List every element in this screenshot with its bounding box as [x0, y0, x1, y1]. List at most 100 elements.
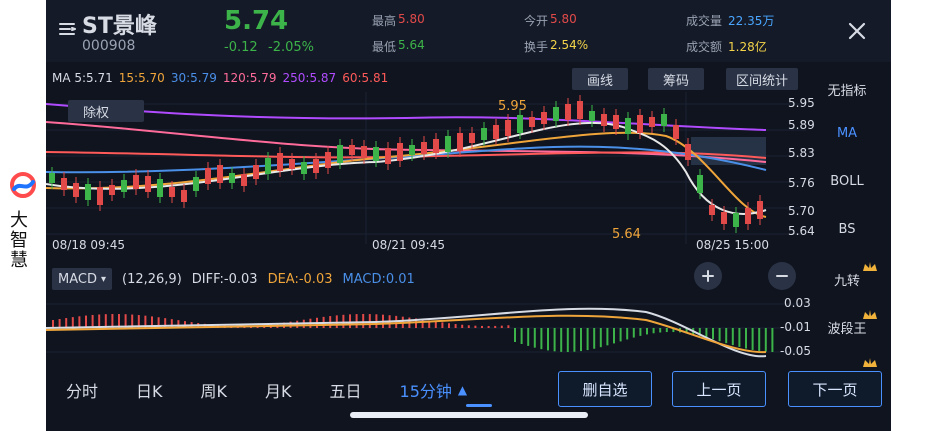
- ma-item: 60:5.81: [342, 71, 389, 85]
- macd-bar: [58, 319, 61, 328]
- ma-items: MA 5:5.71 15:5.70 30:5.79 120:5.79 250:5…: [52, 71, 388, 85]
- macd-chart[interactable]: 0.03 -0.01 -0.05: [45, 294, 811, 364]
- macd-bar: [98, 314, 101, 328]
- macd-header: MACD ▾ (12,26,9) DIFF:-0.03 DEA:-0.03 MA…: [52, 268, 415, 290]
- macd-bar: [593, 328, 596, 349]
- active-tab-indicator: [466, 404, 492, 407]
- turnover-value: 2.54%: [550, 38, 589, 52]
- open-value: 5.80: [550, 12, 577, 26]
- right-white-strip: [891, 0, 935, 431]
- low-value: 5.64: [398, 38, 425, 52]
- indicator-menu: 无指标 MA BOLL BS 九转 波段王: [806, 68, 891, 368]
- tab-timeshare[interactable]: 分时: [66, 378, 98, 402]
- tab-day-k[interactable]: 日K: [136, 378, 163, 402]
- previous-page-button[interactable]: 上一页: [672, 371, 766, 407]
- logo-icon: [8, 170, 38, 200]
- macd-bar: [599, 328, 602, 348]
- macd-bar: [751, 328, 754, 350]
- macd-bar: [659, 328, 662, 333]
- high-marker-label: 5.95: [498, 99, 527, 114]
- macd-bar: [91, 314, 94, 328]
- macd-selector[interactable]: MACD ▾: [52, 268, 112, 290]
- macd-bar: [421, 319, 424, 328]
- adjust-toggle[interactable]: 除权: [68, 100, 144, 122]
- next-page-button[interactable]: 下一页: [788, 371, 882, 407]
- macd-bar: [566, 328, 569, 352]
- menu-icon[interactable]: [58, 20, 76, 38]
- macd-bar: [580, 328, 582, 352]
- macd-bar: [606, 328, 609, 346]
- macd-svg: [45, 294, 806, 364]
- macd-bar: [547, 328, 549, 351]
- stock-name: ST景峰: [82, 14, 157, 39]
- ma-item: MA 5:5.71: [52, 71, 113, 85]
- zoom-in-button[interactable]: [694, 262, 722, 290]
- tab-five-day[interactable]: 五日: [330, 378, 362, 402]
- macd-bar: [652, 328, 655, 334]
- indicator-none[interactable]: 无指标: [806, 80, 888, 99]
- macd-bar: [586, 328, 589, 351]
- macd-bar: [335, 315, 338, 328]
- period-tabs: 分时 日K 周K 月K 五日 15分钟 ▲: [66, 378, 467, 402]
- macd-bar: [52, 320, 54, 328]
- kline-chart[interactable]: 5.95 5.64 除权 5.95 5.89 5.83 5.76 5.70 5.…: [45, 92, 815, 252]
- volume-label: 成交量: [686, 14, 723, 28]
- macd-bar: [738, 328, 741, 347]
- open-label: 今开: [524, 14, 549, 28]
- macd-bar: [494, 325, 497, 328]
- macd-bar: [560, 328, 563, 352]
- tab-15min[interactable]: 15分钟 ▲: [400, 378, 468, 402]
- macd-bar: [368, 314, 371, 328]
- low-label: 最低: [372, 40, 397, 54]
- macd-bar: [533, 328, 536, 348]
- macd-bar: [731, 328, 734, 346]
- chevron-up-icon: ▲: [457, 383, 468, 397]
- high-value: 5.80: [398, 12, 425, 26]
- macd-bar: [639, 328, 642, 336]
- tool-chips-button[interactable]: 筹码: [648, 68, 704, 90]
- macd-bar: [448, 323, 450, 328]
- volume-value: 22.35万: [728, 14, 775, 28]
- macd-bar: [342, 314, 345, 328]
- macd-selector-label: MACD: [58, 271, 97, 287]
- left-brand-strip: 大 智 慧: [0, 0, 46, 431]
- crown-icon: [862, 306, 878, 319]
- zoom-out-button[interactable]: [768, 262, 796, 290]
- macd-bar: [441, 322, 444, 328]
- macd-bar: [527, 328, 530, 346]
- macd-bar: [725, 328, 728, 344]
- close-icon[interactable]: [846, 20, 868, 42]
- kline-svg: 5.95 5.64: [45, 92, 806, 244]
- macd-bar: [619, 328, 622, 342]
- macd-bar: [665, 328, 668, 333]
- macd-macd: MACD:0.01: [342, 271, 415, 287]
- macd-bar: [632, 328, 635, 338]
- macd-bar: [626, 328, 629, 340]
- macd-bar: [705, 328, 708, 338]
- stock-code: 000908: [82, 38, 136, 54]
- remove-favorite-button[interactable]: 删自选: [558, 371, 652, 407]
- macd-bar: [520, 328, 523, 344]
- macd-bar: [474, 325, 477, 328]
- macd-bar: [487, 325, 490, 328]
- macd-bar: [65, 318, 68, 328]
- macd-params: (12,26,9): [122, 271, 182, 287]
- tool-range-stats-button[interactable]: 区间统计: [726, 68, 798, 90]
- indicator-bs[interactable]: BS: [806, 222, 888, 237]
- macd-dea: DEA:-0.03: [267, 271, 333, 287]
- ma-item: 30:5.79: [170, 71, 217, 85]
- macd-bar: [355, 314, 358, 328]
- macd-bar: [718, 328, 721, 342]
- turnover-label: 换手: [524, 40, 549, 54]
- macd-bar: [573, 328, 576, 352]
- tab-month-k[interactable]: 月K: [265, 378, 292, 402]
- tool-draw-button[interactable]: 画线: [572, 68, 628, 90]
- tab-week-k[interactable]: 周K: [201, 378, 228, 402]
- macd-bar: [514, 328, 516, 342]
- amount-value: 1.28亿: [728, 40, 767, 54]
- x-tick: 08/18 09:45: [52, 238, 125, 252]
- macd-bar: [85, 315, 87, 328]
- macd-bar: [553, 328, 556, 352]
- indicator-ma[interactable]: MA: [806, 126, 888, 141]
- indicator-boll[interactable]: BOLL: [806, 174, 888, 189]
